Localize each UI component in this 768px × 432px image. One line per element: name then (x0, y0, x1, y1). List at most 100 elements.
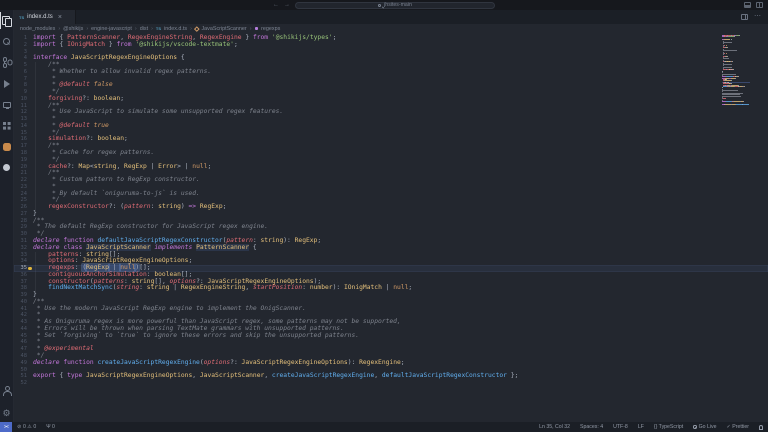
code-line[interactable]: 7 * (14, 75, 768, 83)
nav-back-icon[interactable]: ← (273, 0, 279, 10)
activity-search[interactable] (0, 31, 13, 52)
activity-bar-top (0, 10, 13, 178)
remote-icon (4, 424, 8, 430)
code-editor[interactable]: 1 import { PatternScanner, RegexEngineStr… (14, 33, 768, 422)
activity-source-control[interactable] (0, 52, 13, 73)
search-icon (378, 3, 382, 7)
breadcrumb-item[interactable]: regexps (261, 26, 280, 32)
code-line[interactable]: 8 * @default false (14, 81, 768, 89)
split-editor-icon[interactable] (741, 14, 748, 20)
line-number: 39 (20, 292, 28, 299)
code-line[interactable]: 39} (14, 291, 768, 299)
code-line[interactable]: 27} (14, 210, 768, 218)
code-line[interactable]: 13 * (14, 115, 768, 123)
field-symbol-icon (254, 26, 259, 31)
minimap[interactable] (722, 35, 750, 107)
code-line[interactable]: 32 declare class JavaScriptScanner implem… (14, 243, 768, 252)
activity-run-debug[interactable] (0, 73, 13, 94)
code-line[interactable]: 10 forgiving?: boolean; (14, 95, 768, 103)
tab-index-dts[interactable]: TS index.d.ts × (14, 10, 76, 24)
code-line[interactable]: 47 * @experimental (14, 345, 768, 353)
breadcrumb-item[interactable]: dist (140, 26, 148, 32)
status-language-mode[interactable]: {} TypeScript (649, 422, 688, 432)
more-actions-icon[interactable]: ⋯ (754, 13, 761, 20)
breadcrumb-item[interactable]: JavaScriptScanner (201, 26, 246, 32)
close-tab-icon[interactable]: × (58, 14, 62, 21)
code-line[interactable]: 18 * Cache for regex patterns. (14, 149, 768, 157)
command-center-search[interactable]: jhsites-main (295, 1, 495, 9)
code-line[interactable]: 46 * (14, 339, 768, 346)
breadcrumb-item[interactable]: engine-javascript (91, 26, 132, 32)
status-remote[interactable] (0, 422, 13, 432)
line-number: 49 (20, 359, 28, 366)
status-encoding[interactable]: UTF-8 (608, 422, 633, 432)
code-line[interactable]: 38 findNextMatchSync(string: string | Re… (14, 284, 768, 292)
customize-layout-icon[interactable] (756, 2, 763, 8)
code-line[interactable]: 52 (14, 380, 768, 387)
activity-settings[interactable] (0, 401, 13, 422)
status-cursor-position[interactable]: Ln 35, Col 32 (534, 422, 575, 432)
remote-icon (2, 101, 11, 109)
code-line[interactable]: 22 * Custom pattern to RegExp constructo… (14, 176, 768, 184)
line-number: 43 (20, 319, 28, 326)
explorer-icon (2, 16, 12, 27)
status-eol[interactable]: LF (633, 422, 649, 432)
line-number: 18 (20, 150, 28, 157)
code-text: export { type JavaScriptRegexEngineOptio… (33, 372, 519, 380)
class-symbol-icon (194, 25, 200, 32)
code-line[interactable]: 20 cache?: Map<string, RegExp | Error> |… (14, 163, 768, 171)
code-line[interactable]: 14 * @default true (14, 122, 768, 130)
line-number: 23 (20, 183, 28, 190)
code-line[interactable]: 16 simulation?: boolean; (14, 136, 768, 143)
ts-symbol-icon: TS (155, 26, 161, 31)
status-go-live[interactable]: Go Live (688, 422, 721, 432)
line-number: 25 (20, 197, 28, 204)
breadcrumb-item[interactable]: node_modules (20, 26, 55, 32)
code-line[interactable]: 24 * By default `oniguruma-to-js` is use… (14, 190, 768, 198)
code-text: * The default RegExp constructor for Jav… (33, 223, 269, 231)
activity-bar-bottom (0, 380, 13, 422)
lightbulb-icon[interactable] (28, 266, 32, 271)
code-line[interactable]: 51 export { type JavaScriptRegexEngineOpt… (14, 372, 768, 380)
code-line[interactable]: 9 */ (14, 88, 768, 96)
status-ports[interactable]: Ψ 0 (41, 422, 60, 432)
line-number: 28 (20, 217, 28, 224)
code-line[interactable]: 41 * Use the modern JavaScript RegExp en… (14, 304, 768, 313)
code-line[interactable]: 4 interface JavaScriptRegexEngineOptions … (14, 54, 768, 62)
code-line[interactable]: 29 * The default RegExp constructor for … (14, 224, 768, 231)
line-number: 17 (20, 143, 28, 150)
activity-extensions[interactable] (0, 115, 13, 136)
tab-bar: TS index.d.ts × ⋯ (14, 10, 768, 24)
source-control-icon (2, 57, 11, 68)
code-line[interactable]: 26 regexConstructor?: (pattern: string) … (14, 203, 768, 211)
line-number: 40 (20, 298, 28, 305)
code-text: * Use the modern JavaScript RegExp engin… (33, 304, 306, 312)
activity-remote[interactable] (0, 94, 13, 115)
code-line[interactable]: 49 declare function createJavaScriptRegex… (14, 359, 768, 367)
breadcrumb-item[interactable]: index.d.ts (164, 26, 187, 32)
activity-ext-circle[interactable] (0, 157, 13, 178)
activity-ext-orange[interactable] (0, 136, 13, 157)
line-number: 41 (20, 305, 28, 312)
activity-explorer[interactable] (0, 10, 13, 31)
nav-forward-icon[interactable]: → (284, 0, 290, 10)
toggle-panel-icon[interactable] (744, 2, 751, 8)
code-line[interactable]: 45 * Set `forgiving` to `true` to ignore… (14, 332, 768, 340)
breadcrumb-item[interactable]: @shikijs (63, 26, 83, 32)
code-line[interactable]: 6 * Whether to allow invalid regex patte… (14, 68, 768, 76)
line-number: 30 (20, 231, 28, 238)
line-number: 5 (23, 62, 27, 69)
status-indentation[interactable]: Spaces: 4 (575, 422, 608, 432)
ext-orange-icon (2, 142, 11, 151)
line-number: 6 (23, 68, 27, 75)
status-problems[interactable]: ⊘ 0 ⚠ 0 (12, 422, 41, 432)
activity-account[interactable] (0, 380, 13, 401)
line-number: 29 (20, 224, 28, 231)
code-line[interactable]: 12 * Use JavaScript to simulate some uns… (14, 109, 768, 116)
line-number: 12 (20, 109, 28, 116)
line-number: 26 (20, 204, 28, 211)
code-line[interactable]: 2 import { IOnigMatch } from '@shikijs/vs… (14, 41, 768, 49)
status-notifications[interactable] (754, 422, 768, 432)
status-prettier[interactable]: ✓ Prettier (721, 422, 754, 432)
account-icon (2, 386, 13, 396)
